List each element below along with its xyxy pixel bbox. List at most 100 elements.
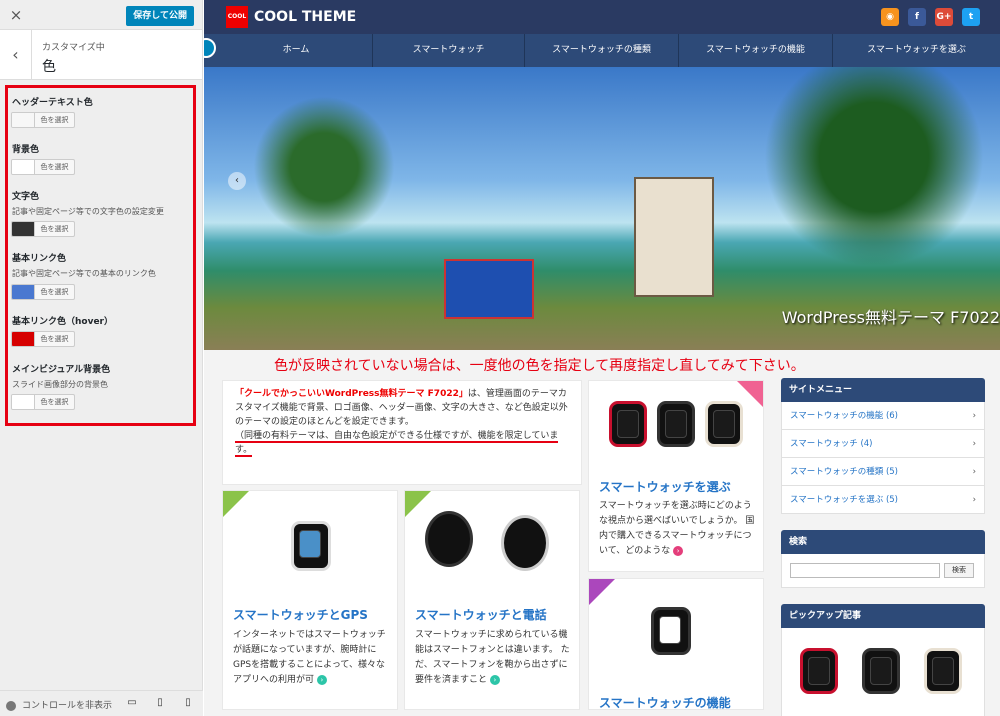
nav-item-choose[interactable]: スマートウォッチを選ぶ — [832, 34, 1000, 67]
google-plus-icon[interactable]: G+ — [935, 8, 953, 26]
slider-prev-icon[interactable]: ‹ — [228, 172, 246, 190]
pickup-widget[interactable] — [781, 628, 985, 716]
sidebar-menu-item[interactable]: スマートウォッチの機能 (6) › — [781, 402, 985, 430]
read-more-icon[interactable]: › — [489, 675, 500, 685]
hero-image-sign — [444, 259, 534, 319]
edit-shortcut-icon[interactable] — [204, 38, 216, 58]
color-swatch — [12, 285, 34, 299]
card-title[interactable]: スマートウォッチの機能 — [599, 694, 731, 709]
nav-item-smartwatch[interactable]: スマートウォッチ — [372, 34, 524, 67]
watch-image — [291, 521, 331, 571]
color-picker-label: 色を選択 — [34, 113, 74, 127]
chevron-right-icon: › — [972, 495, 976, 505]
read-more-icon[interactable]: › — [673, 546, 684, 556]
hero-image-tree — [244, 87, 404, 247]
nav-item-types[interactable]: スマートウォッチの種類 — [524, 34, 678, 67]
color-swatch — [12, 160, 34, 174]
control-description: 記事や固定ページ等での基本のリンク色 — [12, 269, 156, 278]
watch-image — [800, 648, 838, 694]
color-picker-label: 色を選択 — [34, 332, 74, 346]
nav-item-features[interactable]: スマートウォッチの機能 — [678, 34, 832, 67]
card-description: スマートウォッチを選ぶ時にどのような視点から選べばいいでしょうか。 国内で購入で… — [599, 501, 755, 556]
watch-image — [609, 401, 647, 447]
sidebar: サイトメニュー スマートウォッチの機能 (6) › スマートウォッチ (4) › ス… — [781, 378, 985, 716]
color-picker-button[interactable]: 色を選択 — [11, 221, 75, 237]
control-description: 記事や固定ページ等での文字色の設定変更 — [12, 207, 164, 216]
watch-image — [651, 607, 691, 655]
nav-item-home[interactable]: ホーム — [220, 34, 372, 67]
color-controls-highlight: ヘッダーテキスト色 色を選択 背景色 色を選択 文字色 記事や固定ページ等での文… — [5, 85, 196, 426]
card-corner-decoration — [589, 579, 615, 605]
color-picker-button[interactable]: 色を選択 — [11, 284, 75, 300]
chevron-right-icon: › — [972, 411, 976, 421]
twitter-icon[interactable]: t — [962, 8, 980, 26]
watch-image — [501, 515, 549, 571]
intro-box: 「クールでかっこいいWordPress無料テーマ F7022」は、管理画面のテー… — [222, 380, 582, 485]
annotation-notice: 色が反映されていない場合は、一度他の色を指定して再度指定し直してみて下さい。 — [274, 358, 805, 374]
section-title: 色 — [42, 59, 56, 75]
article-card[interactable]: スマートウォッチとGPS インターネットではスマートウォッチが話題になっています… — [222, 490, 398, 710]
control-title: 背景色 — [12, 145, 40, 155]
desktop-preview-icon[interactable]: ▭ — [126, 697, 138, 709]
article-card[interactable]: スマートウォッチの機能 — [588, 578, 764, 710]
widget-title-search: 検索 — [781, 530, 985, 554]
read-more-icon[interactable]: › — [316, 675, 327, 685]
back-icon[interactable]: ‹ — [0, 30, 32, 80]
hide-controls-label: コントロールを非表示 — [22, 701, 113, 711]
customizer-footer: コントロールを非表示 ▭ ▯ ▯ — [0, 690, 203, 716]
watch-image — [862, 648, 900, 694]
hero-caption: WordPress無料テーマ F7022 — [781, 308, 1000, 327]
card-title[interactable]: スマートウォッチと電話 — [415, 606, 547, 623]
control-title: メインビジュアル背景色 — [12, 365, 111, 375]
site-title[interactable]: COOL THEME — [254, 9, 356, 25]
sidebar-menu-item[interactable]: スマートウォッチを選ぶ (5) › — [781, 486, 985, 514]
color-picker-button[interactable]: 色を選択 — [11, 394, 75, 410]
control-description: スライド画像部分の背景色 — [12, 380, 108, 389]
color-swatch — [12, 332, 34, 346]
chevron-right-icon: › — [972, 439, 976, 449]
hero-slider[interactable]: ‹ WordPress無料テーマ F7022 — [204, 67, 1000, 350]
watch-image — [657, 401, 695, 447]
site-preview: COOL COOL THEME ◉ f G+ t ホーム スマートウォッチ スマ… — [204, 0, 1000, 716]
search-input[interactable] — [790, 563, 940, 578]
color-picker-label: 色を選択 — [34, 395, 74, 409]
facebook-icon[interactable]: f — [908, 8, 926, 26]
color-picker-button[interactable]: 色を選択 — [11, 112, 75, 128]
main-nav: ホーム スマートウォッチ スマートウォッチの種類 スマートウォッチの機能 スマー… — [204, 34, 1000, 67]
rss-icon[interactable]: ◉ — [881, 8, 899, 26]
hero-image-tree — [744, 67, 1000, 267]
color-picker-label: 色を選択 — [34, 160, 74, 174]
search-widget: 検索 — [781, 554, 985, 588]
mobile-preview-icon[interactable]: ▯ — [182, 697, 194, 709]
card-title[interactable]: スマートウォッチとGPS — [233, 606, 368, 623]
sidebar-menu-item[interactable]: スマートウォッチ (4) › — [781, 430, 985, 458]
widget-title-menu: サイトメニュー — [781, 378, 985, 402]
widget-title-pickup: ピックアップ記事 — [781, 604, 985, 628]
intro-quote[interactable]: 「クールでかっこいいWordPress無料テーマ F7022」 — [235, 389, 468, 399]
color-picker-button[interactable]: 色を選択 — [11, 159, 75, 175]
tablet-preview-icon[interactable]: ▯ — [154, 697, 166, 709]
color-swatch — [12, 395, 34, 409]
article-card[interactable]: スマートウォッチを選ぶ スマートウォッチを選ぶ時にどのような視点から選べばいいで… — [588, 380, 764, 572]
site-logo[interactable]: COOL — [226, 6, 248, 28]
save-publish-button[interactable]: 保存して公開 — [126, 6, 194, 26]
color-picker-label: 色を選択 — [34, 222, 74, 236]
hero-image-lifeguard-tower — [634, 177, 714, 297]
intro-note: （同種の有料テーマは、自由な色設定ができる仕様ですが、機能を限定しています。 — [235, 431, 559, 457]
hide-controls-button[interactable]: コントロールを非表示 — [6, 698, 112, 711]
card-corner-decoration — [223, 491, 249, 517]
color-picker-button[interactable]: 色を選択 — [11, 331, 75, 347]
watch-image — [705, 401, 743, 447]
watch-image — [425, 511, 473, 567]
sidebar-menu-item[interactable]: スマートウォッチの種類 (5) › — [781, 458, 985, 486]
card-corner-decoration — [737, 381, 763, 407]
color-picker-label: 色を選択 — [34, 285, 74, 299]
article-card[interactable]: スマートウォッチと電話 スマートウォッチに求められている機能はスマートフォンとは… — [404, 490, 580, 710]
card-description: インターネットではスマートウォッチが話題になっていますが、腕時計にGPSを搭載す… — [233, 630, 386, 685]
search-button[interactable]: 検索 — [944, 563, 974, 578]
control-title: 基本リンク色 — [12, 254, 67, 264]
card-description: スマートウォッチに求められている機能はスマートフォンとは違います。 ただ、スマー… — [415, 630, 570, 685]
card-title[interactable]: スマートウォッチを選ぶ — [599, 478, 731, 495]
close-icon[interactable]: × — [0, 0, 32, 30]
customizer-topbar: × 保存して公開 — [0, 0, 202, 30]
